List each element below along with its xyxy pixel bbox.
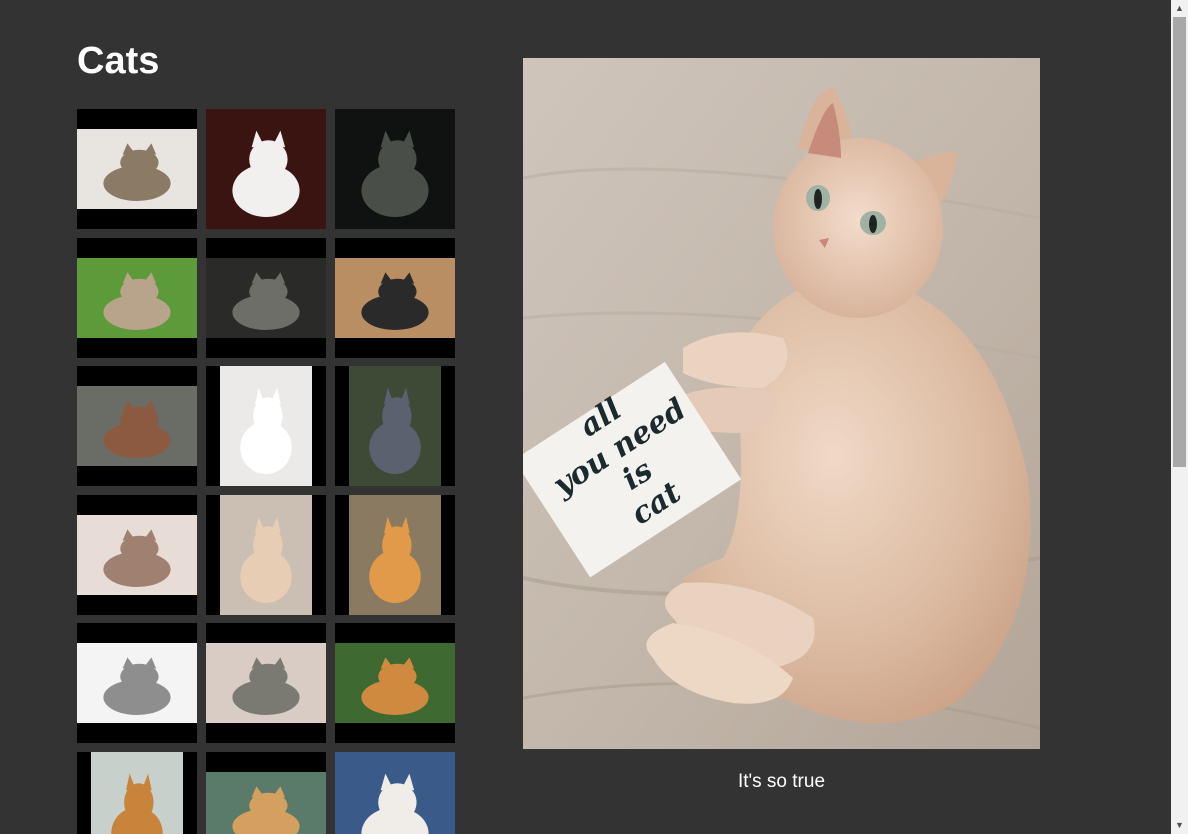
cat-thumbnail-image: [77, 129, 197, 209]
cat-thumbnail-image: [206, 771, 326, 834]
main-image-viewer[interactable]: all you need is cat: [523, 58, 1040, 749]
cat-thumbnail-image: [349, 494, 441, 615]
main-cat-image: all you need is cat: [523, 58, 1040, 749]
cat-thumbnail-image: [335, 109, 455, 229]
scrollbar-thumb[interactable]: [1173, 17, 1186, 467]
cat-thumbnail-image: [220, 366, 312, 486]
gallery-thumbnail[interactable]: [335, 623, 455, 743]
gallery-thumbnail[interactable]: [206, 237, 326, 358]
gallery-thumbnail[interactable]: [206, 494, 326, 615]
thumbnail-gallery: [77, 109, 457, 834]
gallery-thumbnail[interactable]: [335, 366, 455, 486]
cat-thumbnail-image: [77, 643, 197, 723]
cat-thumbnail-image: [206, 109, 326, 229]
image-caption: It's so true: [737, 771, 826, 792]
gallery-thumbnail[interactable]: [335, 751, 455, 834]
cat-thumbnail-image: [206, 257, 326, 338]
gallery-thumbnail[interactable]: [335, 109, 455, 229]
cat-thumbnail-image: [335, 257, 455, 338]
cat-thumbnail-image: [220, 494, 312, 615]
cat-thumbnail-image: [349, 366, 441, 486]
cat-thumbnail-image: [77, 514, 197, 595]
gallery-thumbnail[interactable]: [206, 366, 326, 486]
gallery-thumbnail[interactable]: [77, 109, 197, 229]
cat-thumbnail-image: [77, 257, 197, 338]
gallery-thumbnail[interactable]: [335, 237, 455, 358]
gallery-thumbnail[interactable]: [335, 494, 455, 615]
gallery-thumbnail[interactable]: [77, 623, 197, 743]
vertical-scrollbar[interactable]: ▲ ▼: [1171, 0, 1188, 834]
cat-thumbnail-image: [335, 643, 455, 723]
gallery-thumbnail[interactable]: [77, 237, 197, 358]
scroll-down-arrow-icon[interactable]: ▼: [1171, 817, 1188, 834]
cat-thumbnail-image: [206, 643, 326, 723]
scroll-up-arrow-icon[interactable]: ▲: [1171, 0, 1188, 17]
cat-thumbnail-image: [91, 751, 183, 834]
gallery-thumbnail[interactable]: [77, 366, 197, 486]
gallery-thumbnail[interactable]: [206, 109, 326, 229]
cat-thumbnail-image: [335, 751, 455, 834]
gallery-thumbnail[interactable]: [77, 494, 197, 615]
page-title: Cats: [77, 40, 160, 82]
gallery-thumbnail[interactable]: [206, 751, 326, 834]
cat-thumbnail-image: [77, 386, 197, 466]
gallery-thumbnail[interactable]: [206, 623, 326, 743]
gallery-thumbnail[interactable]: [77, 751, 197, 834]
